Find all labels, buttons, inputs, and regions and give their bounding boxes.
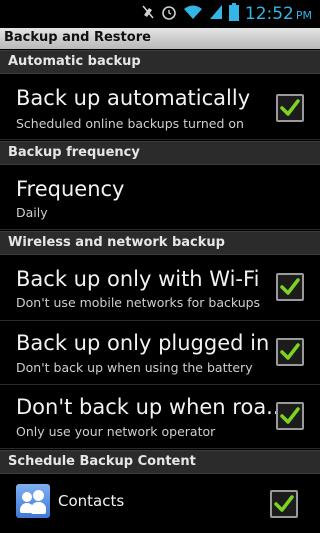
check-icon xyxy=(274,495,294,512)
section-header-automatic: Automatic backup xyxy=(0,50,320,74)
setting-back-up-automatically[interactable]: Back up automatically Scheduled online b… xyxy=(0,74,320,140)
check-icon xyxy=(280,99,300,116)
setting-subtitle: Don't back up when using the battery xyxy=(16,360,253,375)
setting-subtitle: Daily xyxy=(16,205,48,220)
contacts-checkbox[interactable] xyxy=(270,490,298,518)
section-header-schedule: Schedule Backup Content xyxy=(0,450,320,474)
setting-title: Back up only with Wi-Fi xyxy=(16,267,260,291)
wifi-icon xyxy=(183,4,203,24)
auto-backup-checkbox[interactable] xyxy=(276,94,304,122)
mute-icon xyxy=(141,4,155,24)
page-title: Backup and Restore xyxy=(4,30,151,45)
setting-plugged-in[interactable]: Back up only plugged in Don't back up wh… xyxy=(0,321,320,385)
section-header-wireless: Wireless and network backup xyxy=(0,231,320,255)
setting-title: Back up automatically xyxy=(16,86,251,110)
setting-no-roaming[interactable]: Don't back up when roa.. Only use your n… xyxy=(0,385,320,449)
setting-title: Don't back up when roa.. xyxy=(16,395,280,419)
battery-icon xyxy=(228,3,239,25)
clock: 12:52 PM xyxy=(244,4,312,24)
title-bar: Backup and Restore xyxy=(0,28,320,49)
check-icon xyxy=(280,407,300,424)
wifi-only-checkbox[interactable] xyxy=(276,273,304,301)
setting-subtitle: Scheduled online backups turned on xyxy=(16,116,244,131)
setting-frequency[interactable]: Frequency Daily xyxy=(0,165,320,230)
setting-title: Frequency xyxy=(16,177,125,201)
section-header-frequency: Backup frequency xyxy=(0,141,320,165)
content-item-label: Contacts xyxy=(58,492,125,510)
signal-icon xyxy=(209,4,223,24)
plugged-in-checkbox[interactable] xyxy=(276,338,304,366)
check-icon xyxy=(280,278,300,295)
setting-subtitle: Only use your network operator xyxy=(16,424,216,439)
status-bar: 12:52 PM xyxy=(0,0,320,28)
check-icon xyxy=(280,343,300,360)
setting-wifi-only[interactable]: Back up only with Wi-Fi Don't use mobile… xyxy=(0,255,320,321)
no-roaming-checkbox[interactable] xyxy=(276,402,304,430)
content-item-contacts[interactable]: Contacts xyxy=(0,474,320,533)
contacts-icon xyxy=(16,484,50,518)
status-icons: 12:52 PM xyxy=(141,0,312,28)
setting-subtitle: Don't use mobile networks for backups xyxy=(16,295,261,310)
alarm-icon xyxy=(161,4,177,24)
setting-title: Back up only plugged in xyxy=(16,331,270,355)
